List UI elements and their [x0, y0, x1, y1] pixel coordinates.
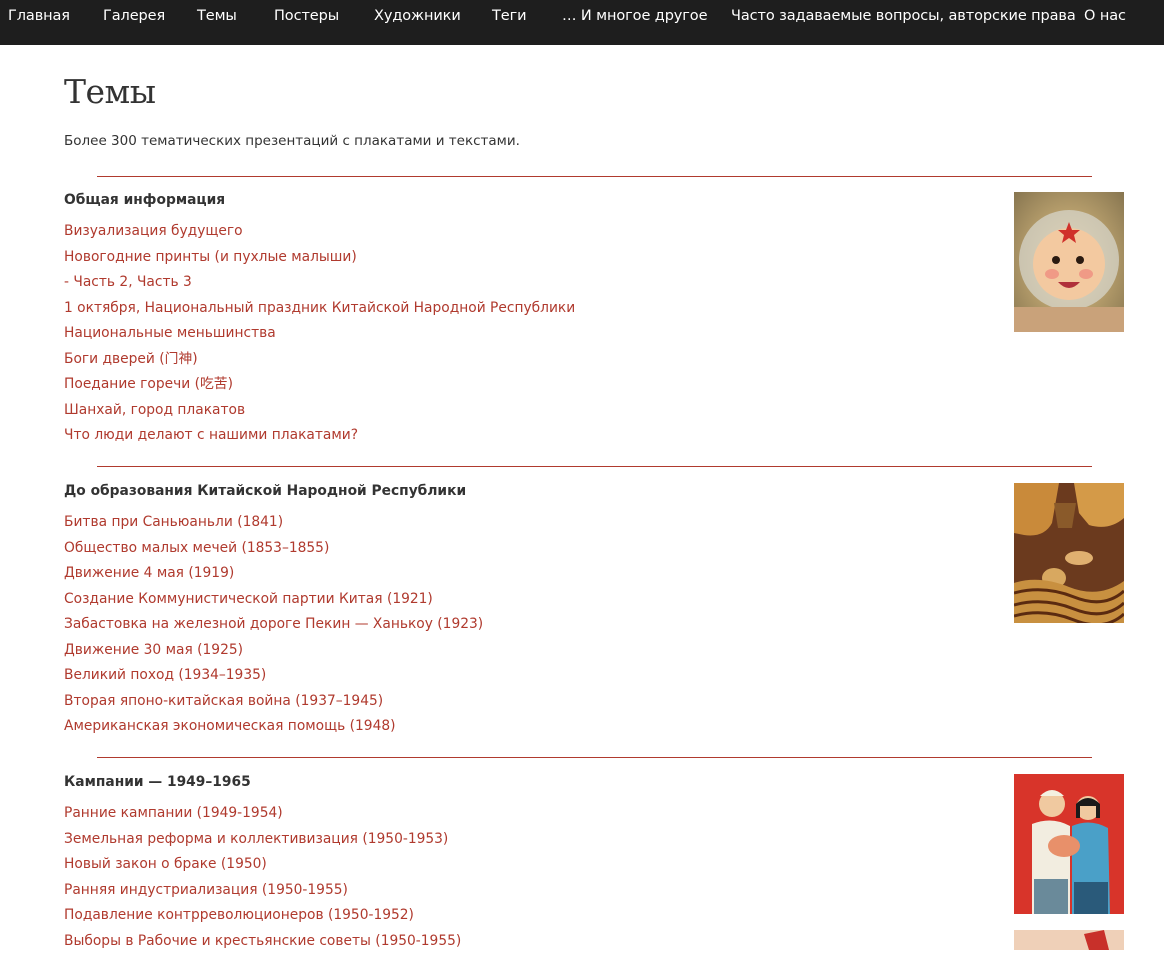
nav-about[interactable]: О нас — [1084, 8, 1126, 24]
list-item: Визуализация будущего — [64, 217, 575, 243]
list-item: - Часть 2, Часть 3 — [64, 268, 575, 294]
list-item: Создание Коммунистической партии Китая (… — [64, 585, 483, 611]
section-heading: Кампании — 1949–1965 — [64, 774, 251, 790]
section-divider — [97, 466, 1092, 467]
topic-link[interactable]: - Часть 2, Часть 3 — [64, 274, 192, 290]
topic-link[interactable]: Земельная реформа и коллективизация (195… — [64, 831, 448, 847]
topic-link[interactable]: Битва при Саньюаньли (1841) — [64, 514, 283, 530]
topic-link[interactable]: Ранняя индустриализация (1950-1955) — [64, 882, 348, 898]
topic-link[interactable]: Что люди делают с нашими плакатами? — [64, 427, 358, 443]
list-item: Движение 30 мая (1925) — [64, 636, 483, 662]
list-item: Вторая японо-китайская война (1937–1945) — [64, 687, 483, 713]
nav-more[interactable]: … И многое другое — [562, 8, 708, 24]
list-item: Новый закон о браке (1950) — [64, 850, 461, 876]
topic-link[interactable]: Забастовка на железной дороге Пекин — Ха… — [64, 616, 483, 632]
nav-posters[interactable]: Постеры — [274, 8, 339, 24]
thumbnail-boots-poster[interactable] — [1014, 483, 1124, 623]
list-item: Национальные меньшинства — [64, 319, 575, 345]
nav-faq[interactable]: Часто задаваемые вопросы, авторские прав… — [731, 8, 1076, 24]
list-item: Движение 4 мая (1919) — [64, 559, 483, 585]
page-title: Темы — [64, 72, 156, 111]
list-item: Забастовка на железной дороге Пекин — Ха… — [64, 610, 483, 636]
section-divider — [97, 176, 1092, 177]
topic-link[interactable]: Национальные меньшинства — [64, 325, 276, 341]
topic-link[interactable]: Американская экономическая помощь (1948) — [64, 718, 396, 734]
section-campaigns: Кампании — 1949–1965 Ранние кампании (19… — [64, 774, 1124, 950]
topic-list: Битва при Саньюаньли (1841) Общество мал… — [64, 508, 483, 738]
list-item: Американская экономическая помощь (1948) — [64, 712, 483, 738]
list-item: Ранняя индустриализация (1950-1955) — [64, 876, 461, 902]
section-heading: До образования Китайской Народной Респуб… — [64, 483, 467, 499]
top-navigation: Главная Галерея Темы Постеры Художники Т… — [0, 0, 1164, 45]
topic-link[interactable]: Великий поход (1934–1935) — [64, 667, 266, 683]
nav-gallery[interactable]: Галерея — [103, 8, 165, 24]
list-item: Битва при Саньюаньли (1841) — [64, 508, 483, 534]
section-general: Общая информация Визуализация будущего Н… — [64, 192, 1124, 452]
section-divider — [97, 757, 1092, 758]
thumbnail-couple-poster[interactable] — [1014, 774, 1124, 914]
list-item: 1 октября, Национальный праздник Китайск… — [64, 294, 575, 320]
topic-link[interactable]: Движение 4 мая (1919) — [64, 565, 234, 581]
topic-link[interactable]: Создание Коммунистической партии Китая (… — [64, 591, 433, 607]
list-item: Общество малых мечей (1853–1855) — [64, 534, 483, 560]
topic-link[interactable]: Общество малых мечей (1853–1855) — [64, 540, 329, 556]
list-item: Боги дверей (门神) — [64, 345, 575, 371]
list-item: Поедание горечи (吃苦) — [64, 370, 575, 396]
topic-link[interactable]: Визуализация будущего — [64, 223, 243, 239]
nav-themes[interactable]: Темы — [197, 8, 237, 24]
nav-home[interactable]: Главная — [8, 8, 70, 24]
topic-link[interactable]: Подавление контрреволюционеров (1950-195… — [64, 907, 414, 923]
topic-link[interactable]: Выборы в Рабочие и крестьянские советы (… — [64, 933, 461, 949]
list-item: Ранние кампании (1949-1954) — [64, 799, 461, 825]
list-item: Шанхай, город плакатов — [64, 396, 575, 422]
thumbnail-next[interactable] — [1014, 930, 1124, 950]
thumbnail-baby-astronaut[interactable] — [1014, 192, 1124, 332]
section-heading: Общая информация — [64, 192, 226, 208]
page-intro: Более 300 тематических презентаций с пла… — [64, 133, 520, 149]
list-item: Что люди делают с нашими плакатами? — [64, 421, 575, 447]
topic-link[interactable]: Движение 30 мая (1925) — [64, 642, 243, 658]
section-pre-prc: До образования Китайской Народной Респуб… — [64, 483, 1124, 743]
nav-artists[interactable]: Художники — [374, 8, 461, 24]
topic-link[interactable]: Новогодние принты (и пухлые малыши) — [64, 249, 357, 265]
topic-link[interactable]: Новый закон о браке (1950) — [64, 856, 267, 872]
list-item: Выборы в Рабочие и крестьянские советы (… — [64, 927, 461, 953]
topic-link[interactable]: Боги дверей (门神) — [64, 351, 198, 367]
topic-list: Ранние кампании (1949-1954) Земельная ре… — [64, 799, 461, 952]
topic-link[interactable]: Ранние кампании (1949-1954) — [64, 805, 283, 821]
topic-link[interactable]: 1 октября, Национальный праздник Китайск… — [64, 300, 575, 316]
topic-list: Визуализация будущего Новогодние принты … — [64, 217, 575, 447]
list-item: Великий поход (1934–1935) — [64, 661, 483, 687]
list-item: Новогодние принты (и пухлые малыши) — [64, 243, 575, 269]
list-item: Земельная реформа и коллективизация (195… — [64, 825, 461, 851]
nav-tags[interactable]: Теги — [492, 8, 527, 24]
topic-link[interactable]: Вторая японо-китайская война (1937–1945) — [64, 693, 383, 709]
topic-link[interactable]: Поедание горечи (吃苦) — [64, 376, 233, 392]
topic-link[interactable]: Шанхай, город плакатов — [64, 402, 245, 418]
list-item: Подавление контрреволюционеров (1950-195… — [64, 901, 461, 927]
